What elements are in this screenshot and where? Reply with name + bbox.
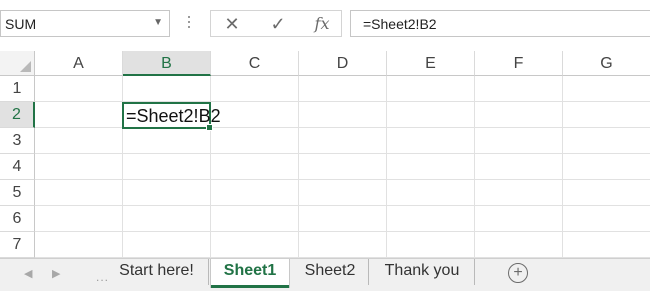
row-header-3[interactable]: 3 [0,128,35,154]
cancel-icon[interactable]: ✕ [217,13,247,35]
column-header-b[interactable]: B [123,51,211,76]
scroll-tabs-left-icon[interactable]: ◀ [24,267,32,280]
splitter-handle[interactable] [188,16,191,32]
formula-text: =Sheet2!B2 [363,16,437,32]
row-header-6[interactable]: 6 [0,206,35,232]
sheet-tab-bar: ◀ ▶ ... Start here! Sheet1 Sheet2 Thank … [0,258,650,291]
tab-thank-you[interactable]: Thank you [370,259,475,285]
column-header-a[interactable]: A [35,51,123,76]
tab-start-here[interactable]: Start here! [105,259,209,285]
tab-sheet2[interactable]: Sheet2 [292,259,369,285]
name-box-value: SUM [5,16,37,32]
active-cell-b2[interactable]: =Sheet2!B2 [122,102,221,131]
row-header-7[interactable]: 7 [0,232,35,258]
enter-icon[interactable]: ✓ [263,13,293,35]
row-header-2[interactable]: 2 [0,102,35,128]
add-sheet-icon[interactable]: + [508,263,528,283]
insert-function-icon[interactable]: fx [307,13,337,35]
select-all-corner[interactable] [0,51,35,76]
column-header-f[interactable]: F [475,51,563,76]
column-header-e[interactable]: E [387,51,475,76]
row-header-5[interactable]: 5 [0,180,35,206]
row-header-4[interactable]: 4 [0,154,35,180]
column-header-d[interactable]: D [299,51,387,76]
formula-buttons: ✕ ✓ fx [210,10,342,37]
column-header-g[interactable]: G [563,51,650,76]
formula-bar: SUM ▼ ✕ ✓ fx =Sheet2!B2 [0,0,650,48]
fill-handle[interactable] [206,124,213,131]
column-header-c[interactable]: C [211,51,299,76]
worksheet-grid: A B C D E F G 1 2 3 4 5 6 7 =Sheet2!B2 [0,51,650,258]
chevron-down-icon[interactable]: ▼ [153,17,163,28]
name-box[interactable]: SUM ▼ [0,10,170,37]
tab-sheet1[interactable]: Sheet1 [211,259,289,288]
scroll-tabs-right-icon[interactable]: ▶ [52,267,60,280]
formula-input[interactable]: =Sheet2!B2 [350,10,650,37]
row-header-1[interactable]: 1 [0,76,35,102]
